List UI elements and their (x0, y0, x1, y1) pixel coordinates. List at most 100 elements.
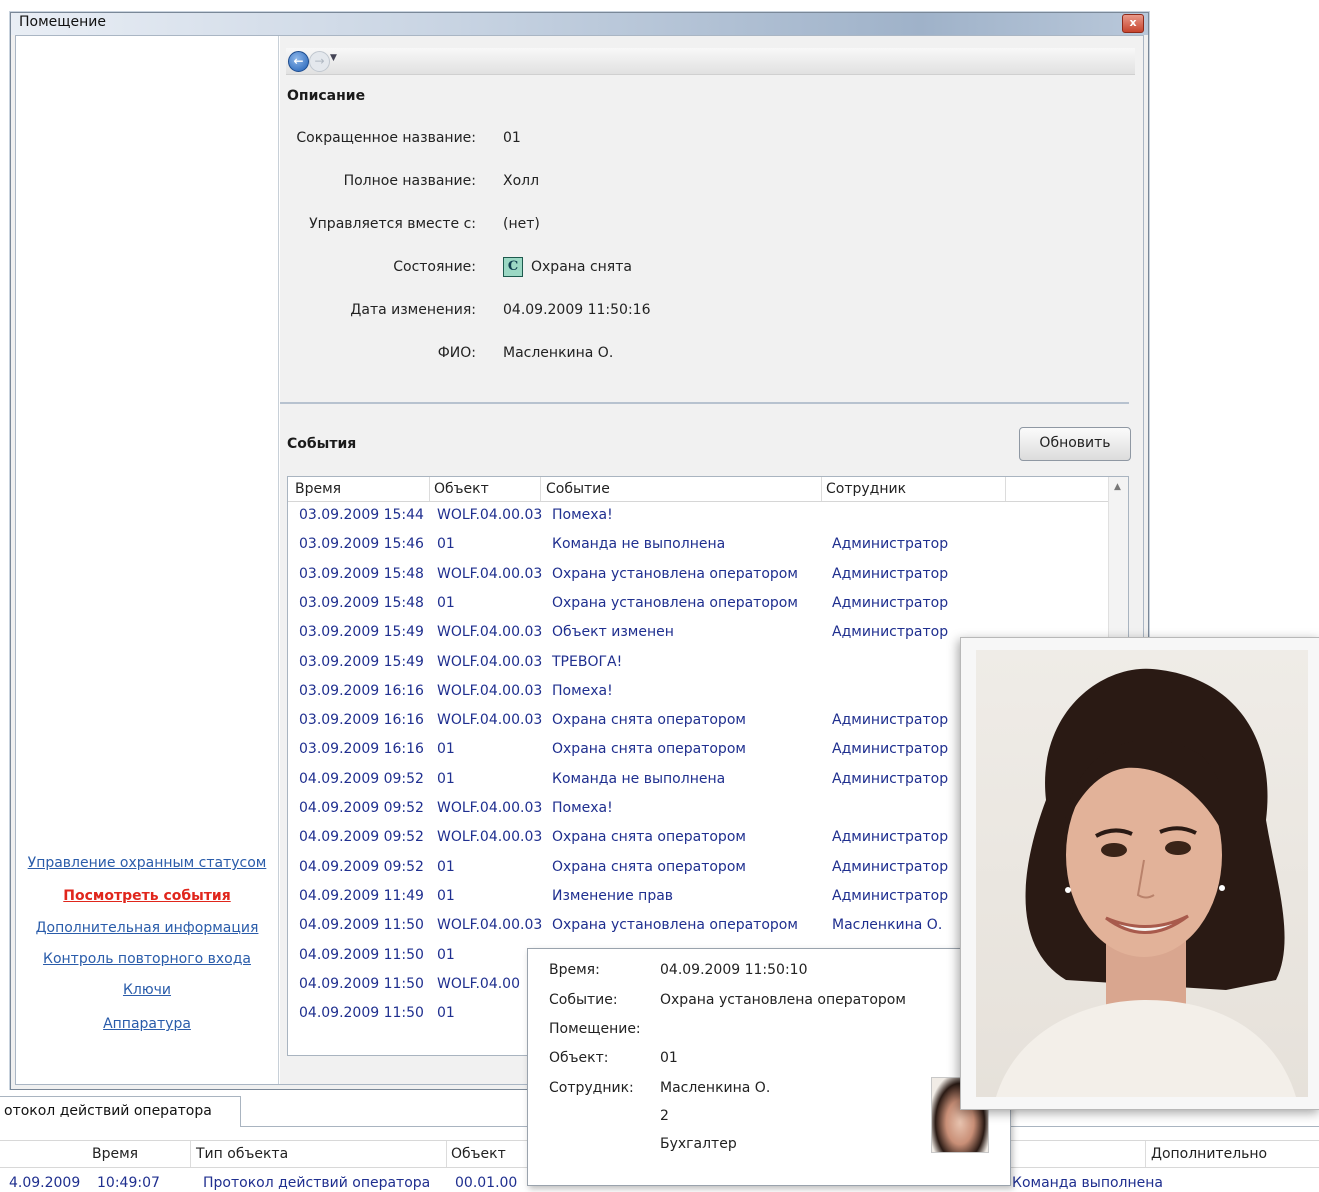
cell-object: WOLF.04.00.03 (437, 565, 543, 582)
link-view-events[interactable]: Посмотреть события (16, 888, 278, 904)
cell-time: 04.09.2009 11:50 (299, 917, 424, 934)
tooltip-employee-position: Бухгалтер (660, 1136, 737, 1152)
change-date-value: 04.09.2009 11:50:16 (503, 302, 651, 318)
column-separator[interactable] (446, 1141, 447, 1167)
cell-time: 04.09.2009 11:49 (299, 887, 424, 904)
tooltip-time-label: Время: (549, 962, 600, 978)
column-time[interactable]: Время (295, 481, 341, 497)
cell-object: 01 (437, 536, 455, 553)
cell-time: 03.09.2009 16:16 (299, 741, 424, 758)
table-row[interactable]: 03.09.2009 15:44 WOLF.04.00.03 Помеха! (288, 503, 1108, 532)
close-button[interactable]: x (1122, 14, 1144, 33)
column-separator[interactable] (1145, 1141, 1146, 1167)
cell-time: 03.09.2009 15:49 (299, 653, 424, 670)
scroll-up-arrow-icon[interactable]: ▲ (1114, 482, 1121, 492)
back-arrow-icon[interactable]: ← (288, 51, 309, 72)
title-bar[interactable]: Помещение x (11, 13, 1148, 35)
tab-operator-log[interactable]: отокол действий оператора (0, 1096, 241, 1127)
section-divider (280, 402, 1129, 404)
cell-time: 03.09.2009 15:48 (299, 565, 424, 582)
cell-event: Охрана снята оператором (552, 712, 746, 729)
column-event[interactable]: Событие (546, 481, 610, 497)
state-text: Охрана снята (531, 259, 632, 275)
column-separator[interactable] (821, 477, 822, 501)
cell-object: WOLF.04.00 (437, 975, 520, 992)
table-row[interactable]: 03.09.2009 15:48 01 Охрана установлена опе… (288, 591, 1108, 620)
cell-event: Охрана снята оператором (552, 741, 746, 758)
events-table-header: Время Объект Событие Сотрудник (288, 477, 1108, 502)
log-row-time: 10:49:07 (97, 1175, 160, 1191)
cell-object: 01 (437, 1005, 455, 1022)
cell-employee: Администратор (832, 594, 949, 611)
table-row[interactable]: 03.09.2009 15:48 WOLF.04.00.03 Охрана уста… (288, 562, 1108, 591)
cell-event: Команда не выполнена (552, 536, 726, 553)
cell-time: 04.09.2009 11:50 (299, 1005, 424, 1022)
cell-employee: Администратор (832, 887, 949, 904)
table-row[interactable]: 03.09.2009 15:46 01 Команда не выполнена Ад… (288, 532, 1108, 561)
cell-employee: Администратор (832, 536, 949, 553)
cell-time: 03.09.2009 15:46 (299, 536, 424, 553)
event-tooltip: Время: 04.09.2009 11:50:10 Событие: Охра… (527, 948, 1011, 1186)
cell-event: Охрана снята оператором (552, 829, 746, 846)
cell-employee: Администратор (832, 741, 949, 758)
cell-time: 04.09.2009 09:52 (299, 770, 424, 787)
link-security-status[interactable]: Управление охранным статусом (16, 855, 278, 871)
cell-employee: Администратор (832, 624, 949, 641)
column-separator[interactable] (190, 1141, 191, 1167)
employee-photo (976, 650, 1308, 1097)
cell-object: WOLF.04.00.03 (437, 800, 543, 816)
cell-event: Объект изменен (552, 624, 674, 641)
cell-object: 01 (437, 858, 455, 875)
column-object[interactable]: Объект (434, 481, 489, 497)
tooltip-event-value: Охрана установлена оператором (660, 992, 906, 1008)
column-separator[interactable] (540, 477, 541, 501)
link-reentry-control[interactable]: Контроль повторного входа (16, 951, 278, 967)
short-name-value: 01 (503, 130, 521, 146)
column-separator[interactable] (429, 477, 430, 501)
log-column-object-type[interactable]: Тип объекта (196, 1146, 288, 1162)
tab-operator-log-label: отокол действий оператора (4, 1103, 212, 1119)
log-row-date: 4.09.2009 (9, 1175, 81, 1191)
cell-event: Помеха! (552, 507, 613, 523)
cell-employee: Администратор (832, 829, 949, 846)
history-dropdown-icon[interactable]: ▼ (330, 53, 337, 63)
employee-portrait-image (996, 668, 1296, 1097)
cell-object: WOLF.04.00.03 (437, 653, 543, 670)
state-label: Состояние: (393, 259, 476, 275)
cell-time: 04.09.2009 09:52 (299, 829, 424, 846)
log-column-object[interactable]: Объект (451, 1146, 506, 1162)
forward-arrow-icon[interactable]: → (309, 51, 330, 72)
employee-photo-card (960, 637, 1319, 1110)
cell-employee: Масленкина О. (832, 917, 943, 934)
cell-time: 04.09.2009 11:50 (299, 975, 424, 992)
cell-employee: Администратор (832, 712, 949, 729)
log-column-time[interactable]: Время (92, 1146, 138, 1162)
description-heading: Описание (287, 88, 366, 104)
cell-object: WOLF.04.00.03 (437, 712, 543, 729)
tooltip-time-value: 04.09.2009 11:50:10 (660, 962, 808, 978)
full-name-label: Полное название: (343, 173, 476, 189)
link-additional-info[interactable]: Дополнительная информация (16, 920, 278, 936)
link-keys[interactable]: Ключи (16, 982, 278, 998)
cell-time: 03.09.2009 15:48 (299, 594, 424, 611)
fio-label: ФИО: (437, 345, 476, 361)
managed-with-label: Управляется вместе с: (309, 216, 476, 232)
cell-event: Охрана установлена оператором (552, 917, 798, 934)
link-hardware[interactable]: Аппаратура (16, 1016, 278, 1032)
short-name-label: Сокращенное название: (296, 130, 476, 146)
cell-event: Команда не выполнена (552, 770, 726, 787)
state-value: С Охрана снята (503, 257, 632, 277)
window-title: Помещение (19, 14, 106, 30)
navigation-bar: ← → ▼ (286, 48, 1135, 75)
cell-object: 01 (437, 946, 455, 963)
log-row-object: 00.01.00 (455, 1175, 518, 1191)
log-column-additional[interactable]: Дополнительно (1151, 1146, 1267, 1162)
cell-time: 04.09.2009 11:50 (299, 946, 424, 963)
change-date-label: Дата изменения: (350, 302, 476, 318)
column-employee[interactable]: Сотрудник (826, 481, 906, 497)
column-separator[interactable] (1005, 477, 1006, 501)
refresh-button[interactable]: Обновить (1019, 427, 1131, 461)
tooltip-room-label: Помещение: (549, 1021, 641, 1037)
events-heading: События (287, 436, 357, 452)
full-name-value: Холл (503, 173, 540, 189)
